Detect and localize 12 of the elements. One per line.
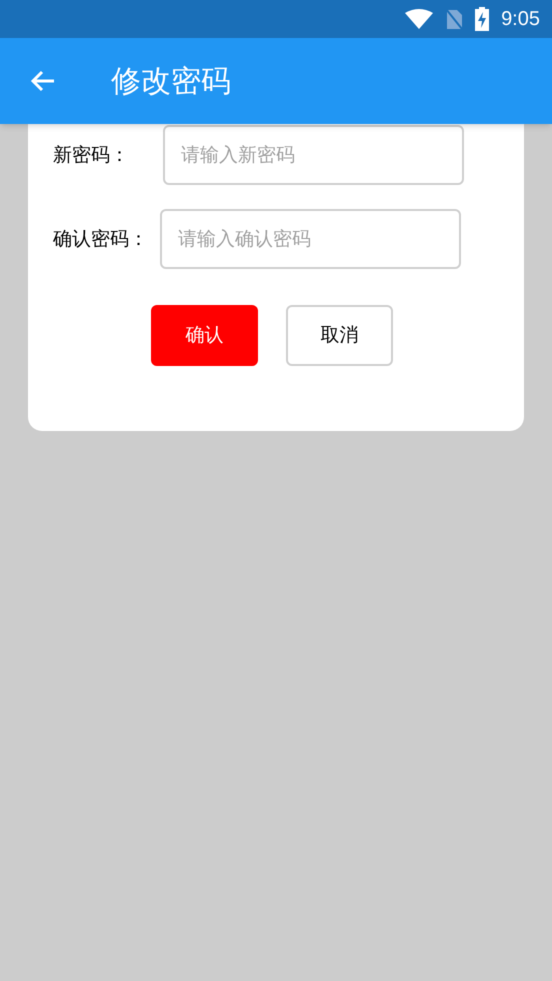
no-sim-icon [445,8,464,30]
cancel-button[interactable]: 取消 [286,305,393,366]
password-field[interactable]: 请输入新密码 [163,125,464,185]
password-field[interactable]: 请输入确认密码 [160,209,461,269]
confirm-button[interactable]: 确认 [151,305,258,366]
page-title: 修改密码 [111,62,231,100]
wifi-icon [405,9,434,29]
status-time: 9:05 [501,7,540,32]
battery-charging-icon [475,7,490,31]
field-label: 确认密码： [53,226,149,252]
back-arrow-icon [30,70,56,92]
field-label: 新密码： [53,142,130,168]
